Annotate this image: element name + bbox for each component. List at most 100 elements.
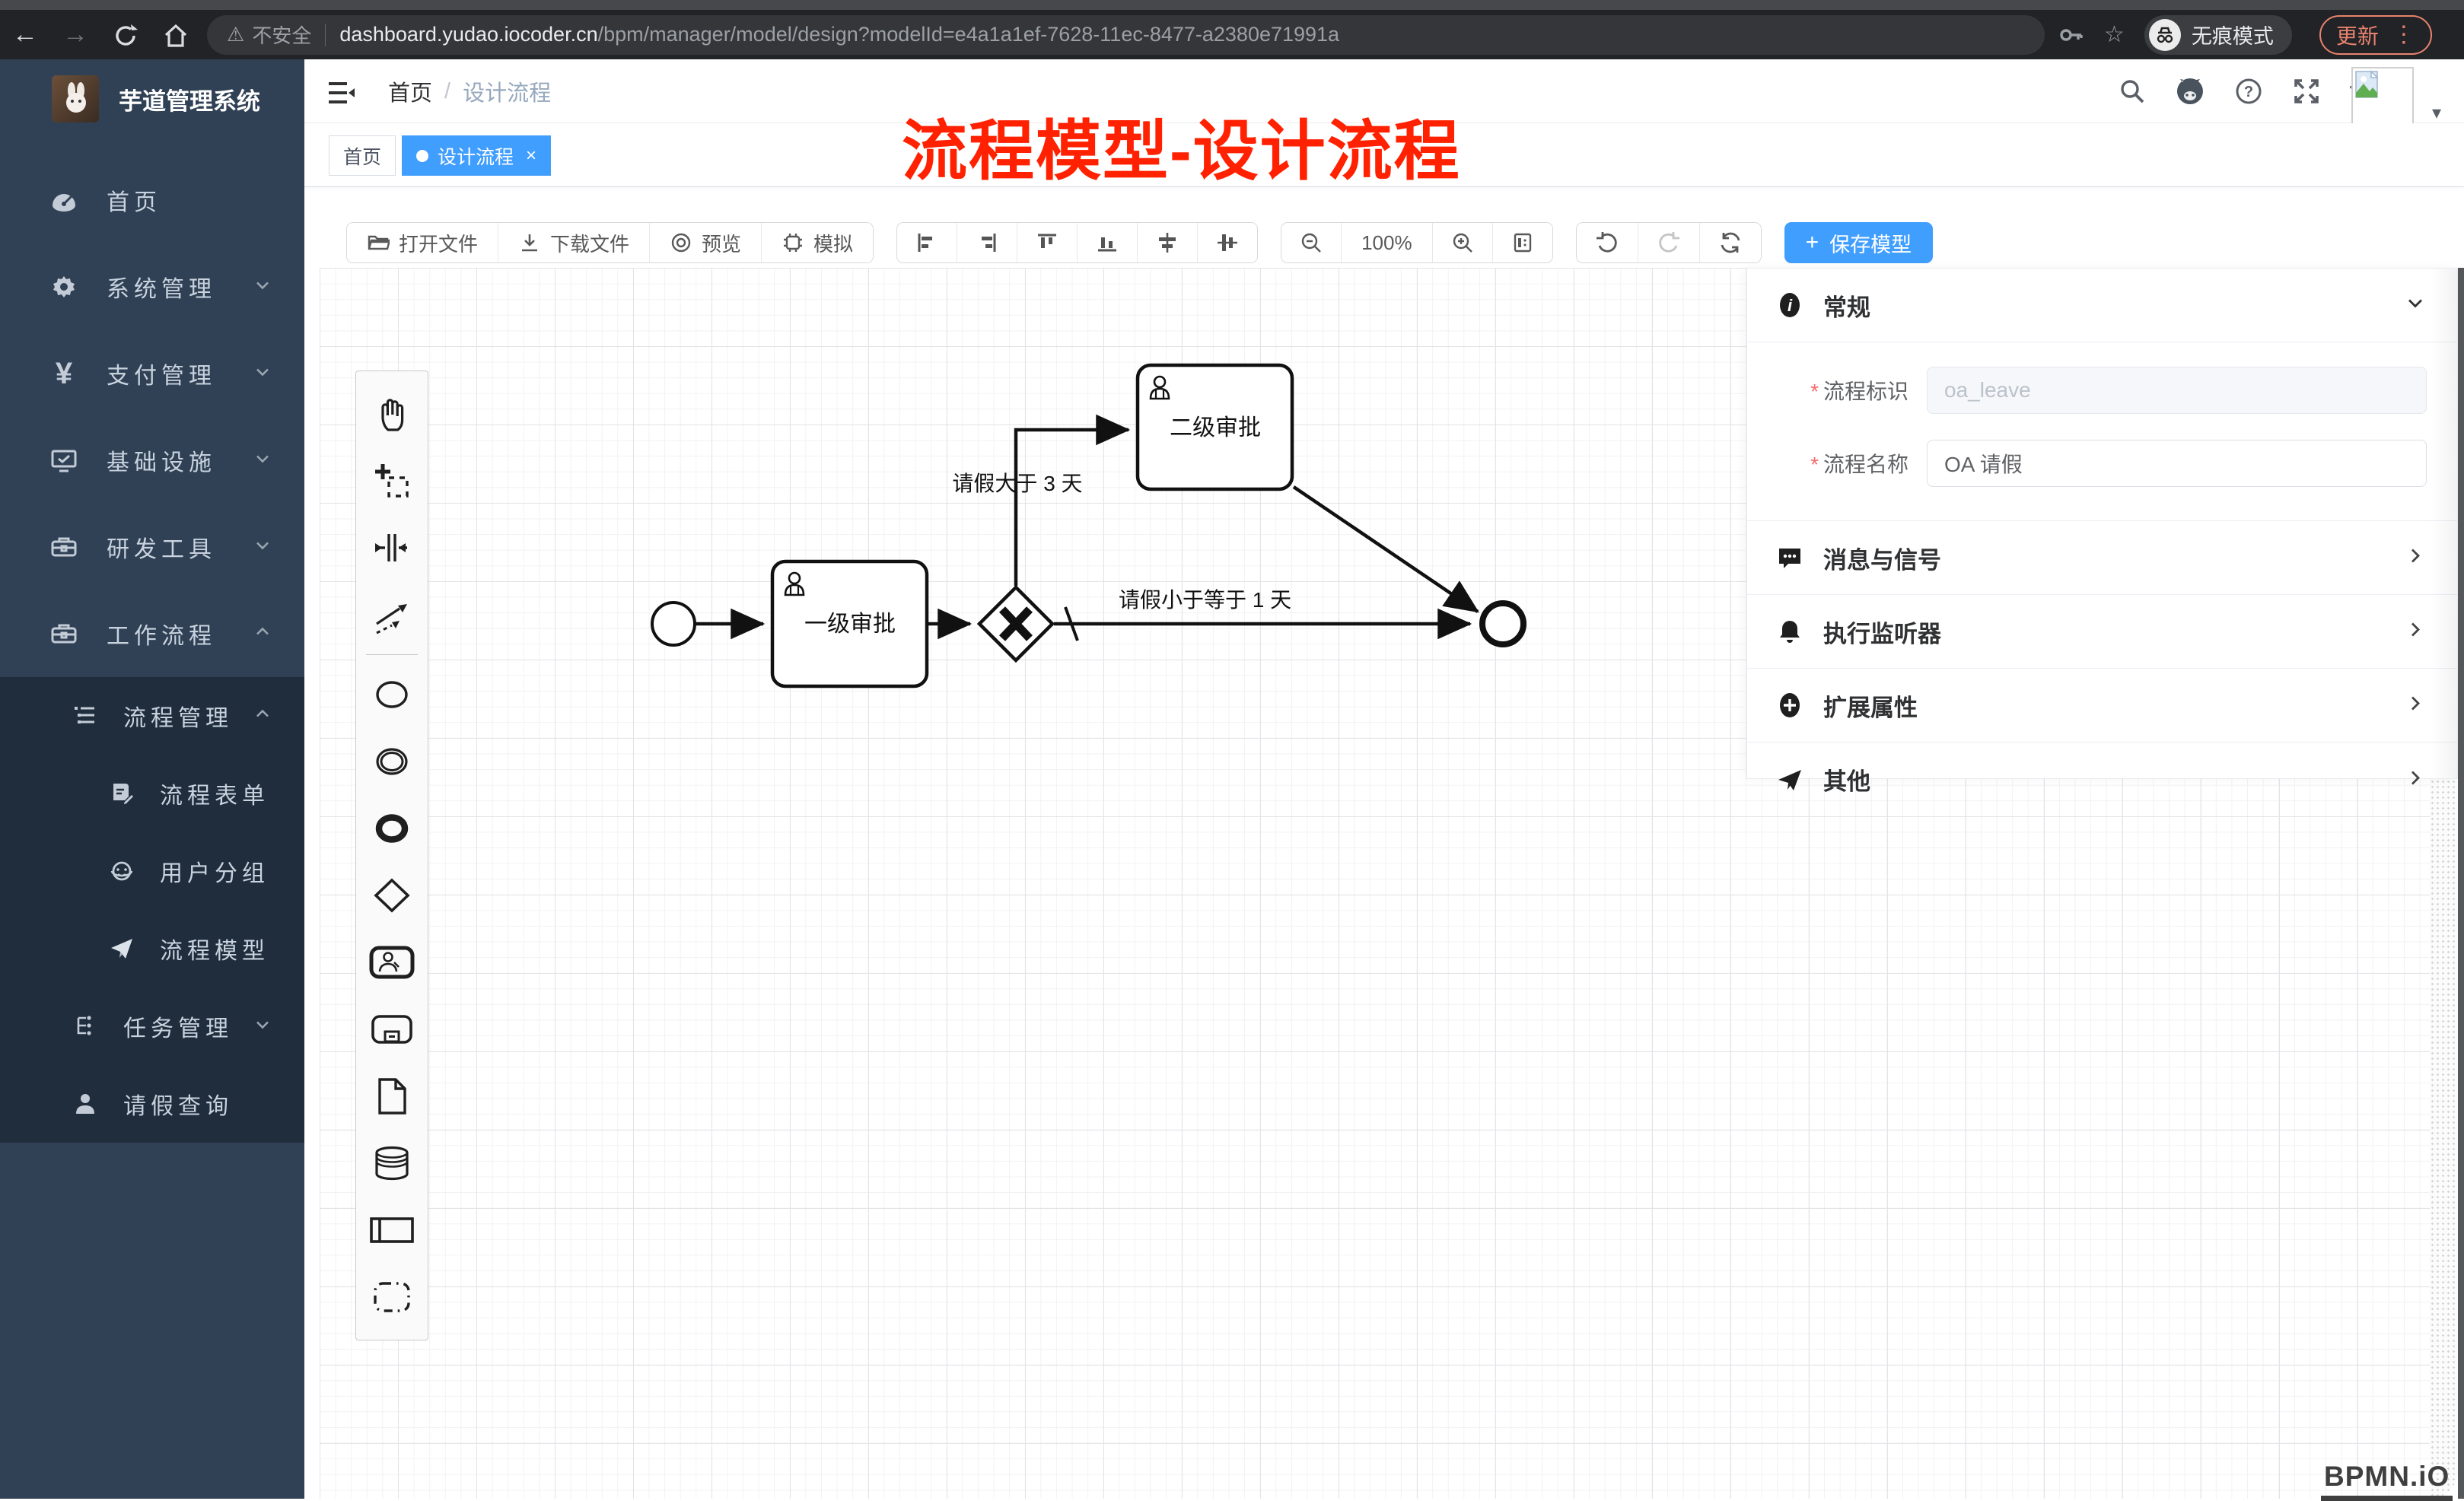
sidebar-item-label: 流程模型 [160,932,269,965]
section-execution-listeners[interactable]: 执行监听器 [1747,595,2457,669]
align-right-icon[interactable] [957,223,1017,262]
intermediate-event-icon[interactable] [356,728,428,795]
section-other[interactable]: 其他 [1747,743,2457,816]
align-top-icon[interactable] [1017,223,1077,262]
hand-tool-icon[interactable] [356,380,428,447]
url-bar[interactable]: ⚠ 不安全 dashboard.yudao.iocoder.cn/bpm/man… [207,15,2045,55]
close-icon[interactable]: × [526,145,536,167]
section-extended-properties[interactable]: 扩展属性 [1747,669,2457,743]
github-icon[interactable] [2175,76,2205,107]
bell-icon [1775,618,1805,645]
zoom-out-icon[interactable] [1281,223,1341,262]
preview-button[interactable]: 预览 [649,223,761,262]
section-messages-signals[interactable]: 消息与信号 [1747,521,2457,595]
tab-design-process[interactable]: 设计流程 × [402,135,551,176]
bookmark-star-icon[interactable]: ☆ [2104,21,2125,48]
sidebar-item-process-form[interactable]: 流程表单 [0,755,304,832]
process-key-input[interactable] [1927,367,2427,414]
designer-toolbar: 打开文件 下载文件 预览 模拟 [346,222,1933,263]
connect-tool-icon[interactable] [356,581,428,648]
section-title: 执行监听器 [1823,615,1941,649]
plus-circle-icon [1775,692,1805,719]
insecure-warning-icon[interactable]: ⚠ [227,23,244,46]
reload-icon[interactable] [100,20,151,49]
app-logo-row[interactable]: 芋道管理系统 [0,59,304,138]
properties-panel: i 常规 *流程标识 *流程名称 消息与信号 [1746,268,2458,779]
align-middle-icon[interactable] [1137,223,1197,262]
general-fields: *流程标识 *流程名称 [1747,342,2457,521]
redo-icon[interactable] [1638,223,1699,262]
avatar[interactable] [2351,67,2414,129]
app-logo-image [52,75,99,122]
sidebar-item-process-mgmt[interactable]: 流程管理 [0,677,304,755]
sidebar-item-system[interactable]: 系统管理 [0,243,304,330]
simulate-button[interactable]: 模拟 [761,223,873,262]
tab-home[interactable]: 首页 [329,135,396,176]
undo-icon[interactable] [1577,223,1638,262]
yen-icon: ¥ [47,357,81,391]
sidebar-item-leave-query[interactable]: 请假查询 [0,1065,304,1143]
sidebar-item-home[interactable]: 首页 [0,157,304,243]
passkey-icon[interactable] [2058,22,2084,48]
dashboard-gauge-icon [47,186,81,215]
help-icon[interactable]: ? [2234,77,2263,106]
chevron-right-icon [2404,619,2427,645]
gateway-icon[interactable] [356,862,428,929]
breadcrumb-home[interactable]: 首页 [388,75,432,107]
fit-viewport-icon[interactable] [1492,223,1552,262]
open-file-button[interactable]: 打开文件 [347,223,498,262]
home-icon[interactable] [151,20,201,49]
sidebar-collapse-icon[interactable] [326,78,356,112]
data-object-icon[interactable] [356,1063,428,1130]
vertical-scrollbar[interactable] [2458,268,2464,1499]
bpmn-io-watermark[interactable]: BPMN.iO [2321,1461,2453,1501]
sidebar-item-process-model[interactable]: 流程模型 [0,910,304,987]
sidebar-item-payment[interactable]: ¥ 支付管理 [0,330,304,417]
data-store-icon[interactable] [356,1130,428,1197]
fullscreen-icon[interactable] [2292,77,2321,106]
avatar-caret-icon[interactable]: ▾ [2432,102,2441,124]
sidebar-item-label: 用户分组 [160,854,269,888]
update-button[interactable]: 更新 ⋮ [2319,15,2432,55]
sidebar-item-label: 研发工具 [107,530,216,564]
sidebar-item-user-group[interactable]: 用户分组 [0,832,304,910]
group-icon[interactable] [356,1264,428,1331]
zoom-level[interactable]: 100% [1341,223,1432,262]
participant-pool-icon[interactable] [356,1197,428,1264]
header-actions: ? tT [2119,59,2374,123]
start-event-icon[interactable] [356,661,428,728]
forward-icon[interactable]: → [50,20,100,49]
sidebar-item-workflow[interactable]: 工作流程 [0,590,304,677]
workflow-submenu: 流程管理 流程表单 用户分组 流程模型 [0,677,304,1143]
space-tool-icon[interactable] [356,514,428,581]
user-task-icon[interactable] [356,929,428,996]
search-icon[interactable] [2119,78,2146,105]
section-general[interactable]: i 常规 [1747,269,2457,342]
subprocess-icon[interactable] [356,996,428,1063]
lasso-tool-icon[interactable] [356,447,428,514]
process-name-input[interactable] [1927,440,2427,487]
save-model-button[interactable]: + 保存模型 [1784,222,1934,263]
button-label: 预览 [702,229,741,257]
sidebar-item-task-mgmt[interactable]: 任务管理 [0,987,304,1065]
refresh-icon[interactable] [1699,223,1761,262]
browser-menu-icon[interactable]: ⋮ [2392,24,2415,46]
url-text[interactable]: dashboard.yudao.iocoder.cn/bpm/manager/m… [339,23,1339,46]
zoom-in-icon[interactable] [1432,223,1492,262]
url-separator [325,24,326,46]
sidebar-item-label: 请假查询 [123,1087,233,1121]
end-event-icon[interactable] [356,795,428,862]
sidebar-item-infrastructure[interactable]: 基础设施 [0,417,304,504]
chevron-down-icon [253,275,272,299]
align-center-icon[interactable] [1197,223,1257,262]
sidebar-item-label: 流程管理 [123,699,233,733]
sidebar-item-devtools[interactable]: 研发工具 [0,504,304,590]
download-file-button[interactable]: 下载文件 [498,223,649,262]
align-bottom-icon[interactable] [1077,223,1137,262]
chevron-down-icon [253,1015,272,1038]
button-label: 打开文件 [399,229,478,257]
chevron-down-icon [253,536,272,559]
sidebar-item-label: 基础设施 [107,444,216,477]
back-icon[interactable]: ← [0,20,50,49]
align-left-icon[interactable] [897,223,957,262]
